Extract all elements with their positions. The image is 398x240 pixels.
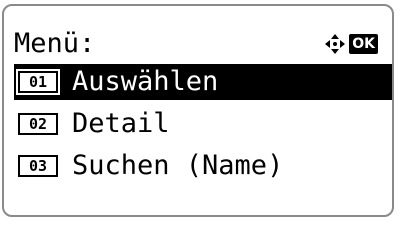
menu-item-suchen-name[interactable]: 03 Suchen (Name) <box>14 148 392 184</box>
item-number-badge: 03 <box>18 155 58 177</box>
four-way-arrow-icon <box>325 34 346 54</box>
menu-item-label: Suchen (Name) <box>72 150 284 181</box>
item-number-badge: 02 <box>18 113 58 135</box>
menu-list: 01 Auswählen 02 Detail 03 Suchen (Name) <box>14 64 392 190</box>
menu-item-label: Auswählen <box>72 66 219 97</box>
menu-item-detail[interactable]: 02 Detail <box>14 106 392 142</box>
navigation-hint: OK <box>323 32 378 56</box>
item-number-badge: 01 <box>18 71 58 93</box>
menu-item-auswaehlen[interactable]: 01 Auswählen <box>14 64 392 100</box>
lcd-screen: Menü: OK 01 Auswählen 02 Detail 03 Suche… <box>2 4 394 217</box>
screen-title: Menü: <box>14 28 96 59</box>
ok-icon: OK <box>349 34 378 54</box>
menu-item-label: Detail <box>72 108 170 139</box>
screen-header: Menü: OK <box>10 24 386 64</box>
